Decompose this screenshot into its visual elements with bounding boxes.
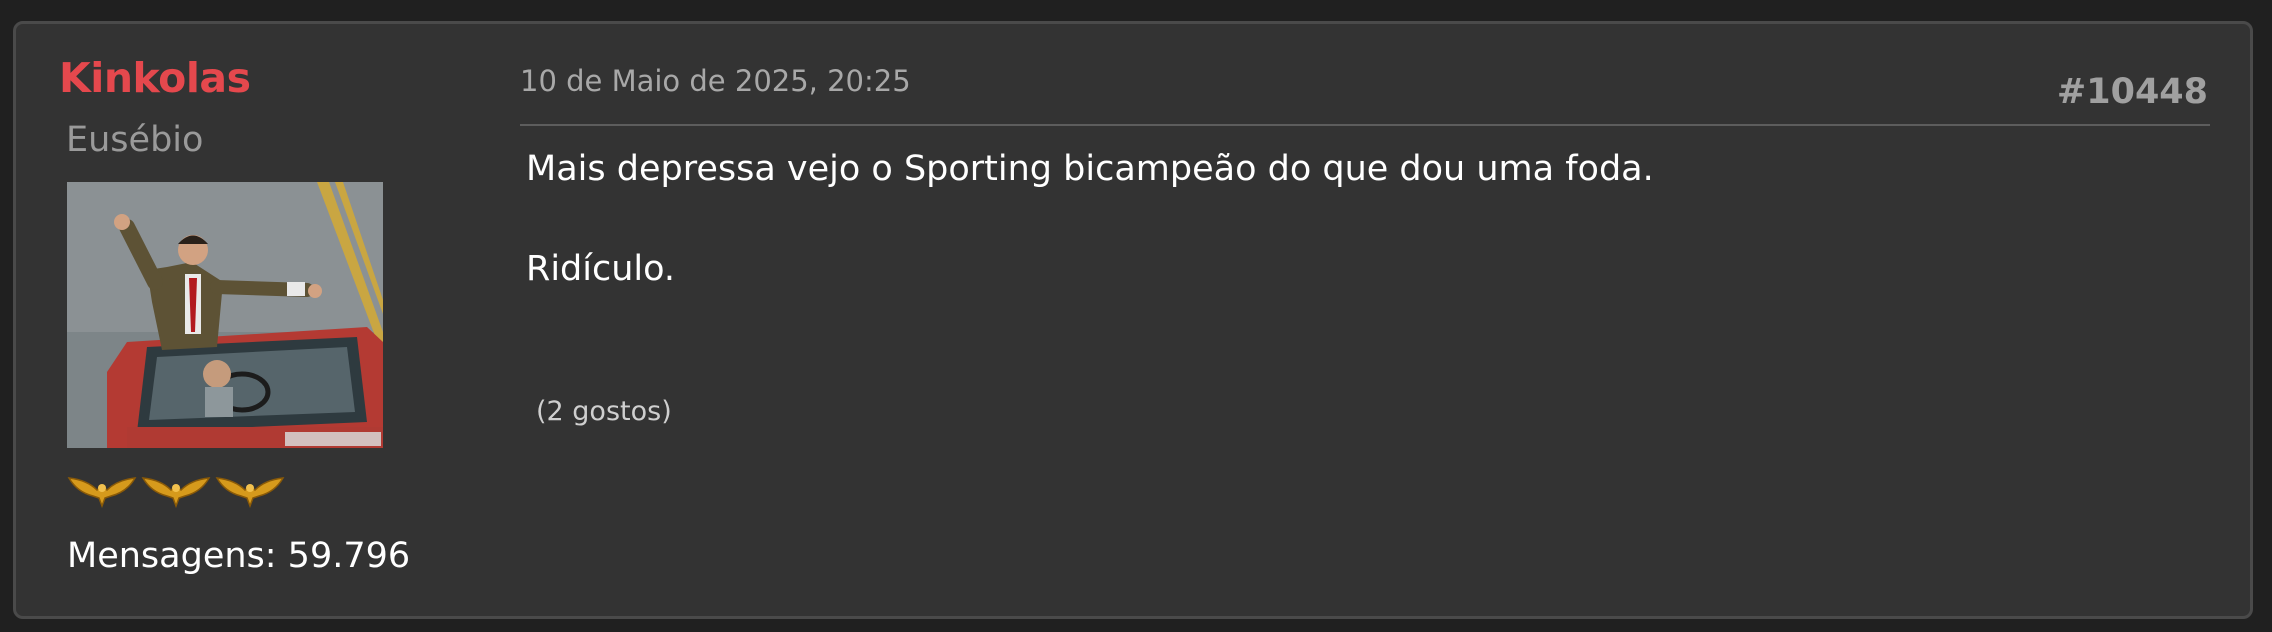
post-number-link[interactable]: #10448 [2057,72,2208,112]
post-content-panel: 10 de Maio de 2025, 20:25 #10448 Mais de… [520,24,2250,616]
author-rank: Eusébio [66,120,204,160]
eagle-medal-icon [215,470,285,510]
author-username[interactable]: Kinkolas [59,54,251,102]
post-header-divider [520,124,2210,126]
avatar-image [67,182,383,448]
post-date: 10 de Maio de 2025, 20:25 [520,64,911,98]
author-post-count: Mensagens: 59.796 [67,536,411,576]
author-panel: Kinkolas Eusébio Mensagens: 59.796 [16,24,496,616]
post-paragraph: Ridículo. [526,249,676,289]
author-avatar[interactable] [67,182,383,448]
author-medals [67,470,285,510]
post-paragraph: Mais depressa vejo o Sporting bicampeão … [526,149,1654,189]
eagle-medal-icon [67,470,137,510]
post-likes[interactable]: (2 gostos) [536,396,672,427]
post-body: Mais depressa vejo o Sporting bicampeão … [526,144,2190,344]
forum-post: Kinkolas Eusébio Mensagens: 59.796 10 de… [13,21,2253,619]
eagle-medal-icon [141,470,211,510]
